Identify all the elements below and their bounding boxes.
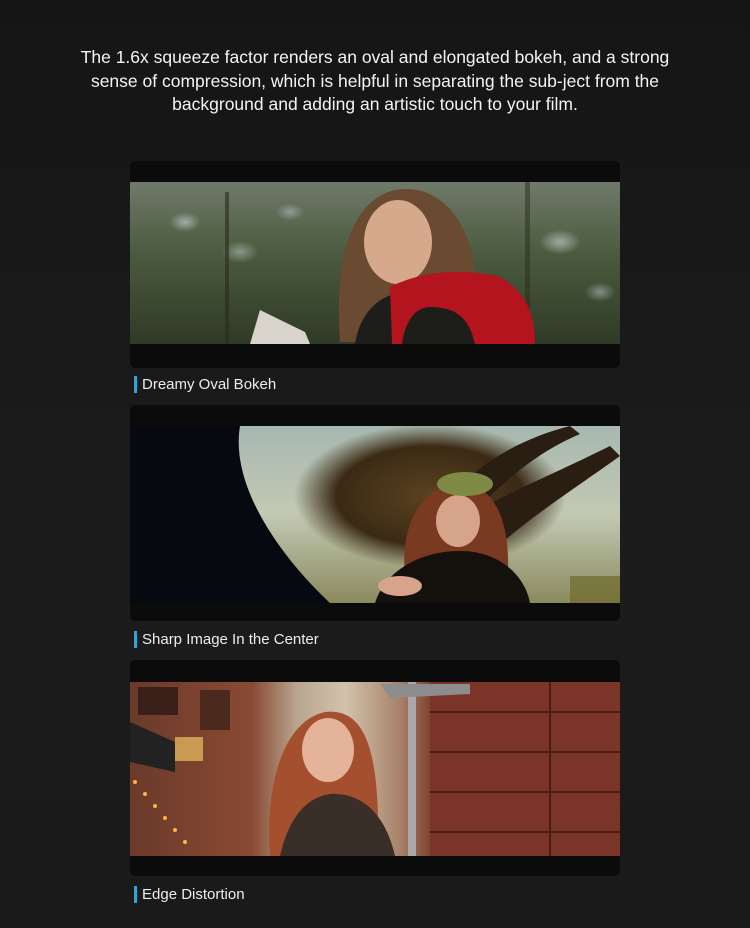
- caption-text: Dreamy Oval Bokeh: [142, 376, 277, 393]
- caption-sharp-center: Sharp Image In the Center: [134, 631, 319, 648]
- caption-edge-distortion: Edge Distortion: [134, 886, 245, 903]
- caption-oval-bokeh: Dreamy Oval Bokeh: [134, 376, 276, 393]
- caption-accent-bar: [134, 631, 137, 648]
- sample-image-oval-bokeh: [130, 161, 620, 368]
- scene-illustration: [130, 426, 620, 603]
- scene-illustration: [130, 682, 620, 856]
- sample-image-edge-distortion: [130, 660, 620, 876]
- sample-image-sharp-center: [130, 405, 620, 621]
- scene-woman-street: [130, 682, 620, 856]
- scene-woman-red-scarf: [130, 182, 620, 344]
- caption-text: Sharp Image In the Center: [142, 631, 319, 648]
- caption-accent-bar: [134, 376, 137, 393]
- caption-text: Edge Distortion: [142, 886, 245, 903]
- intro-paragraph: The 1.6x squeeze factor renders an oval …: [80, 47, 670, 114]
- scene-illustration: [225, 182, 535, 344]
- caption-accent-bar: [134, 886, 137, 903]
- scene-woman-under-tree: [130, 426, 620, 603]
